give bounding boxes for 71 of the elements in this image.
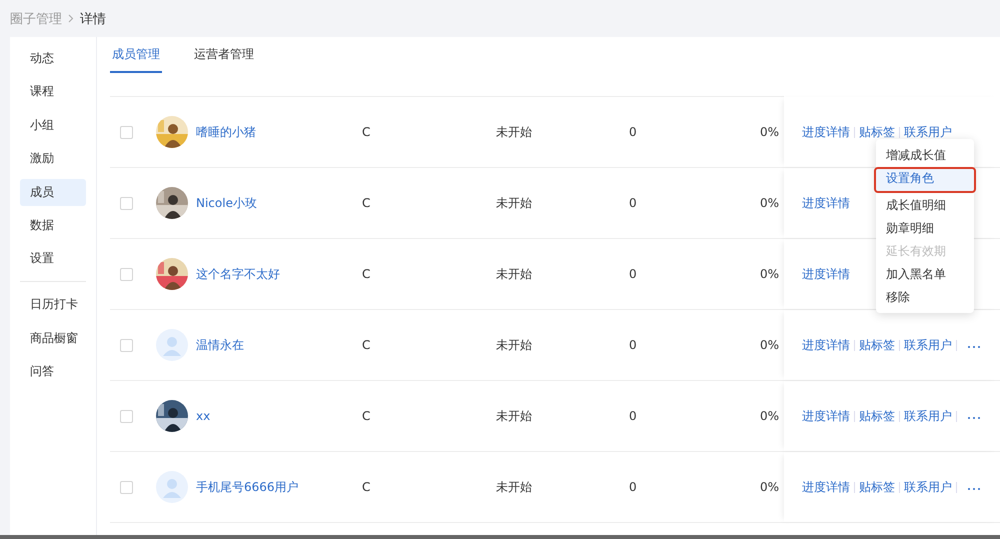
checkbox[interactable] bbox=[120, 338, 133, 352]
table-cell-text: C bbox=[362, 125, 372, 139]
menu-item[interactable]: 勋章明细 bbox=[876, 217, 974, 239]
action-link[interactable]: 联系用户 bbox=[904, 124, 952, 140]
table-cell-text: 0 bbox=[629, 125, 638, 139]
sidebar-item[interactable]: 日历打卡 bbox=[20, 291, 86, 318]
member-name-link[interactable]: 手机尾号6666用户 bbox=[196, 478, 362, 496]
checkbox[interactable] bbox=[120, 126, 133, 138]
percent-text: 0% bbox=[758, 125, 779, 139]
status-text: 未开始 bbox=[496, 336, 533, 354]
sidebar-item[interactable]: 动态 bbox=[20, 45, 86, 72]
action-link[interactable]: 联系用户 bbox=[904, 408, 952, 424]
checkbox[interactable] bbox=[120, 480, 133, 494]
action-link[interactable]: 进度详情 bbox=[802, 336, 850, 354]
action-link[interactable]: 联系用户 bbox=[904, 336, 952, 354]
sidebar-item[interactable]: 商品橱窗 bbox=[20, 324, 86, 352]
status-text: 未开始 bbox=[496, 194, 533, 212]
member-name-link[interactable]: 嗜睡的小猪 bbox=[196, 124, 362, 140]
sidebar-item[interactable]: 成员 bbox=[20, 178, 86, 206]
member-name-link[interactable]: 这个名字不太好 bbox=[196, 266, 362, 282]
table-cell-text: 0 bbox=[629, 267, 638, 281]
percent-text: 0% bbox=[758, 409, 779, 423]
percent-text: 0% bbox=[758, 480, 779, 494]
tab[interactable]: 成员管理 bbox=[110, 37, 162, 73]
tab[interactable]: 运营者管理 bbox=[192, 37, 256, 73]
menu-item[interactable]: 移除 bbox=[876, 286, 974, 308]
sidebar-item[interactable]: 激励 bbox=[20, 145, 86, 172]
action-link[interactable]: 贴标签 bbox=[859, 408, 895, 424]
table-cell-text: 0 bbox=[629, 409, 638, 423]
menu-item[interactable]: 设置角色 bbox=[874, 167, 976, 193]
action-link[interactable]: 进度详情 bbox=[802, 408, 850, 424]
action-link[interactable]: 贴标签 bbox=[859, 478, 895, 496]
table-cell-text: 0 bbox=[629, 480, 638, 494]
percent-text: 0% bbox=[758, 196, 779, 210]
table-cell-text: C bbox=[362, 338, 372, 352]
table-cell-text: C bbox=[362, 409, 372, 423]
percent-text: 0% bbox=[758, 267, 779, 281]
checkbox[interactable] bbox=[120, 410, 133, 422]
action-link[interactable]: 贴标签 bbox=[859, 124, 895, 140]
status-text: 未开始 bbox=[496, 266, 533, 282]
checkbox[interactable] bbox=[120, 268, 133, 280]
sidebar-item[interactable]: 问答 bbox=[20, 358, 86, 386]
checkbox[interactable] bbox=[120, 196, 133, 210]
menu-item[interactable]: 成长值明细 bbox=[876, 194, 974, 216]
sidebar-item[interactable]: 课程 bbox=[20, 78, 86, 106]
breadcrumb-item: 详情 bbox=[80, 10, 106, 28]
sidebar-item[interactable]: 数据 bbox=[20, 212, 86, 239]
status-text: 未开始 bbox=[496, 408, 533, 424]
status-text: 未开始 bbox=[496, 478, 533, 496]
sidebar-item[interactable]: 小组 bbox=[20, 112, 86, 139]
percent-text: 0% bbox=[758, 338, 779, 352]
action-link[interactable]: 进度详情 bbox=[802, 124, 850, 140]
member-name-link[interactable]: xx bbox=[196, 409, 362, 423]
table-cell-text: C bbox=[362, 267, 372, 281]
action-link[interactable]: 进度详情 bbox=[802, 266, 850, 282]
table-cell-text: 0 bbox=[629, 196, 638, 210]
status-text: 未开始 bbox=[496, 124, 533, 140]
action-link[interactable]: 贴标签 bbox=[859, 336, 895, 354]
action-link[interactable]: 进度详情 bbox=[802, 478, 850, 496]
avatar-icon bbox=[156, 329, 188, 361]
menu-item[interactable]: 加入黑名单 bbox=[876, 263, 974, 285]
action-link[interactable]: 进度详情 bbox=[802, 194, 850, 212]
sidebar-item[interactable]: 设置 bbox=[20, 245, 86, 272]
table-cell-text: C bbox=[362, 480, 372, 494]
table-cell-text: 0 bbox=[629, 338, 638, 352]
member-name-link[interactable]: 温情永在 bbox=[196, 336, 362, 354]
table-cell-text: C bbox=[362, 196, 372, 210]
menu-item[interactable]: 增减成长值 bbox=[876, 144, 974, 166]
avatar-icon bbox=[156, 471, 188, 503]
member-name-link[interactable]: Nicole小玫 bbox=[196, 194, 362, 212]
action-link[interactable]: 联系用户 bbox=[904, 478, 952, 496]
